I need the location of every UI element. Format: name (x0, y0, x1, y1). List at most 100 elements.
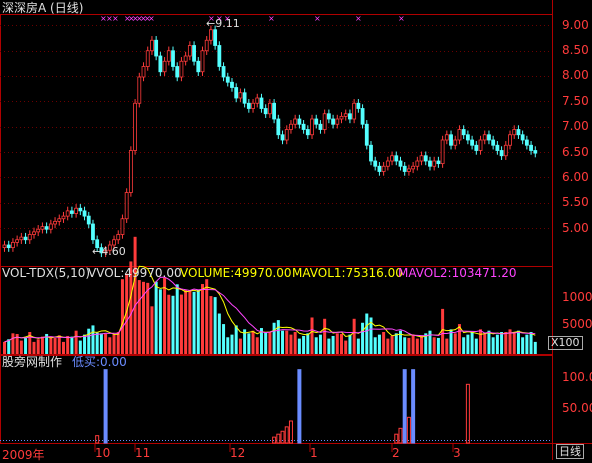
volume-bar (70, 336, 74, 354)
volume-bar (302, 335, 306, 354)
price-candle (78, 207, 83, 212)
price-candle (74, 207, 79, 214)
indicator-bar (95, 435, 100, 444)
stock-chart-canvas[interactable]: × × × ××××××× × × × × × × × (0, 0, 592, 460)
price-candle (137, 76, 142, 104)
volume-bar (95, 332, 99, 354)
price-candle (508, 134, 512, 146)
volume-bar (209, 296, 213, 354)
price-candle (15, 239, 20, 243)
price-candle (482, 134, 487, 141)
event-marker: × (314, 14, 321, 23)
volume-bar (163, 277, 167, 354)
price-candle (356, 102, 361, 109)
volume-bar (285, 330, 289, 354)
price-candle (381, 165, 386, 172)
price-candle (474, 144, 479, 151)
indicator-bar (103, 369, 108, 444)
volume-bar (87, 328, 91, 354)
volume-bar (171, 295, 175, 354)
price-candle (82, 210, 87, 217)
volume-bar (57, 335, 61, 354)
volume-bar (116, 332, 120, 354)
price-candle (91, 223, 95, 241)
price-candle (263, 108, 268, 115)
volume-bar (428, 330, 432, 354)
price-candle (465, 134, 470, 141)
volume-bar (108, 337, 112, 354)
volume-bar (356, 338, 360, 354)
price-candle (183, 55, 188, 62)
volume-bar (361, 322, 365, 354)
volume-bar (340, 333, 344, 354)
volume-bar (323, 318, 327, 354)
price-candle (297, 118, 302, 125)
price-candle (124, 192, 129, 220)
price-candle (204, 39, 209, 52)
price-axis-label: 6.00 (562, 170, 589, 184)
date-axis-label: 2 (392, 446, 400, 460)
volume-bar (146, 282, 150, 354)
price-candle (419, 155, 424, 162)
price-axis-label: 7.00 (562, 119, 589, 133)
price-candle (217, 45, 222, 67)
indicator-bar (394, 433, 399, 444)
price-axis-label: 5.50 (562, 195, 589, 209)
price-candle (301, 123, 306, 130)
price-candle (213, 29, 218, 46)
indicator-bar (398, 427, 403, 444)
price-axis-label: 5.00 (562, 221, 589, 235)
volume-bar (453, 333, 457, 354)
price-candle (40, 226, 45, 230)
volume-bar (3, 341, 6, 354)
price-candle (209, 29, 213, 41)
price-candle (238, 92, 243, 99)
volume-bar (137, 280, 141, 354)
price-candle (48, 223, 53, 230)
volume-bar (188, 290, 192, 354)
price-candle (335, 118, 340, 125)
price-candle (369, 144, 373, 162)
volume-bar (175, 284, 179, 354)
volume-bar (24, 337, 28, 354)
price-candle (65, 210, 70, 217)
indicator-bar (272, 436, 277, 444)
volume-bar (420, 335, 424, 354)
volume-bar (179, 294, 183, 354)
volume-bar (293, 332, 297, 354)
price-candle (246, 102, 251, 109)
volume-bar (104, 333, 108, 354)
date-axis-label: 11 (135, 446, 151, 460)
price-candle (423, 155, 428, 162)
price-candle (171, 50, 175, 67)
period-button[interactable]: 日线 (556, 444, 584, 459)
price-candle (512, 129, 517, 136)
volume-bar (200, 284, 204, 354)
volume-bar (504, 332, 508, 354)
price-candle (230, 81, 234, 88)
price-candle (461, 129, 466, 136)
vol-indicator-name[interactable]: VOL-TDX(5,10) (2, 266, 90, 280)
price-candle (487, 134, 491, 141)
volume-axis-label: 5000 (562, 317, 592, 331)
price-candle (491, 139, 496, 146)
price-candle (284, 129, 289, 141)
volume-bar (230, 334, 234, 354)
volume-bar (403, 337, 407, 354)
price-candle (449, 134, 453, 146)
price-candle (255, 97, 260, 104)
price-axis-label: 8.50 (562, 43, 589, 57)
price-candle (267, 102, 272, 115)
price-candle (166, 50, 171, 62)
price-candle (444, 134, 449, 141)
price-candle (524, 139, 529, 146)
volume-bar (251, 330, 255, 354)
price-candle (2, 244, 7, 249)
price-candle (428, 160, 432, 167)
volume-bar (150, 306, 154, 354)
indicator-axis-label: 100.0 (562, 370, 592, 384)
date-axis-label: 10 (95, 446, 111, 460)
price-candle (70, 210, 74, 214)
volume-bar (120, 279, 124, 354)
mavol1-value: MAVOL1:75316.00 (292, 266, 403, 280)
